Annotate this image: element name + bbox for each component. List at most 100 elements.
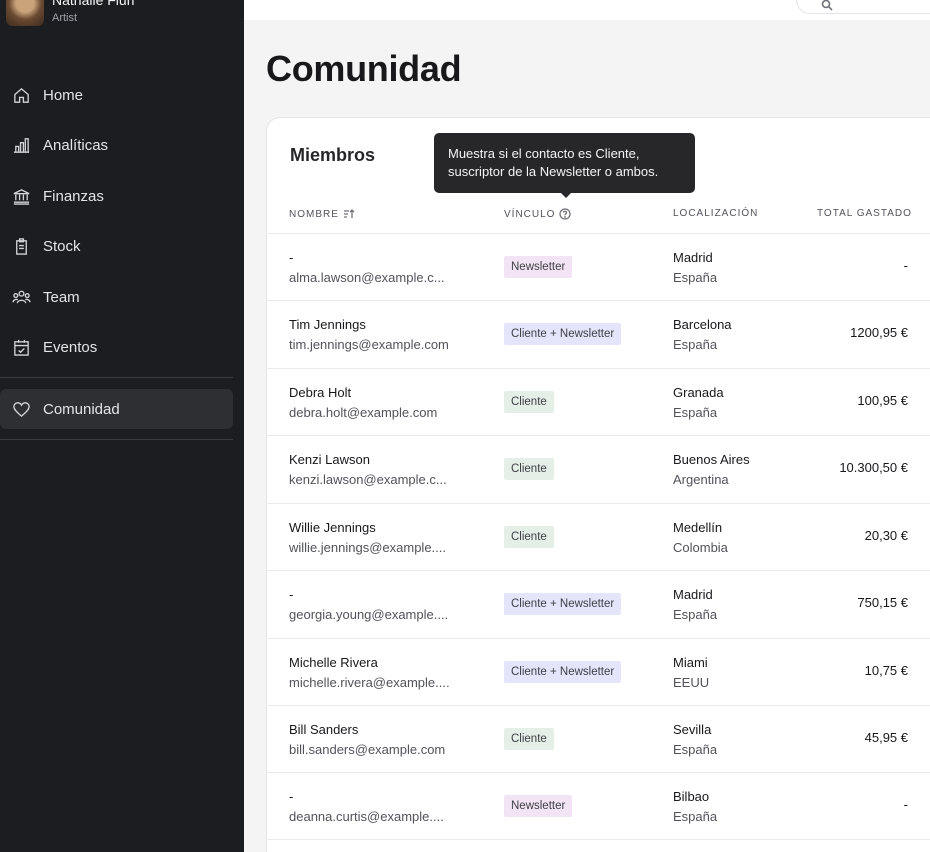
sidebar-item-comunidad[interactable]: Comunidad [0, 389, 233, 429]
search-input[interactable] [796, 0, 930, 14]
member-country: España [673, 337, 718, 352]
table-row[interactable]: Michelle Rivera michelle.rivera@example.… [266, 638, 930, 705]
calendar-icon [10, 336, 32, 358]
table-row[interactable]: Tim Jennings tim.jennings@example.com Cl… [266, 300, 930, 367]
link-badge: Cliente [504, 728, 554, 750]
sidebar-item-stock[interactable]: Stock [0, 226, 244, 266]
member-name: Debra Holt [289, 385, 352, 400]
home-icon [10, 84, 32, 106]
card-title: Miembros [290, 145, 376, 165]
member-email: kenzi.lawson@example.c... [289, 472, 447, 487]
table-row[interactable]: Debra Holt debra.holt@example.com Client… [266, 368, 930, 435]
member-email: alma.lawson@example.c... [289, 270, 445, 285]
member-total: 10.300,50 € [839, 460, 908, 475]
member-country: España [673, 405, 718, 420]
page-title: Comunidad [266, 48, 462, 89]
member-city: Barcelona [673, 317, 732, 332]
table-row [266, 839, 930, 852]
link-badge: Newsletter [504, 795, 573, 817]
table-row[interactable]: - georgia.young@example.... Cliente + Ne… [266, 570, 930, 637]
member-total: 750,15 € [857, 595, 908, 610]
member-country: España [673, 809, 718, 824]
tooltip-line: suscriptor de la Newsletter o ambos. [448, 164, 659, 179]
column-header-localizacion: LOCALIZACIÓN [673, 208, 758, 219]
sort-icon [343, 209, 355, 218]
member-email: willie.jennings@example.... [289, 540, 446, 555]
sidebar-item-finanzas[interactable]: Finanzas [0, 176, 244, 216]
search-icon [821, 0, 833, 11]
link-badge: Cliente + Newsletter [504, 593, 622, 615]
table-row[interactable]: Bill Sanders bill.sanders@example.com Cl… [266, 705, 930, 772]
member-name: - [289, 789, 294, 804]
member-country: España [673, 607, 718, 622]
clipboard-icon [10, 235, 32, 257]
bank-icon [10, 185, 32, 207]
column-header-label: NOMBRE [289, 208, 339, 220]
member-total: - [903, 797, 908, 812]
column-header-label: VÍNCULO [504, 208, 556, 220]
member-city: Medellín [673, 520, 723, 535]
sidebar-item-team[interactable]: Team [0, 277, 244, 317]
member-city: Bilbao [673, 789, 710, 804]
member-total: - [903, 258, 908, 273]
member-city: Buenos Aires [673, 452, 750, 467]
member-name: Bill Sanders [289, 722, 359, 737]
sidebar-item-analiticas[interactable]: Analíticas [0, 125, 244, 165]
tooltip-arrow [560, 192, 572, 198]
member-city: Miami [673, 655, 708, 670]
profile-role: Artist [52, 12, 78, 24]
member-country: España [673, 270, 718, 285]
sidebar-item-label: Comunidad [43, 400, 120, 418]
link-badge: Cliente + Newsletter [504, 323, 622, 345]
chart-icon [10, 134, 32, 156]
member-name: Michelle Rivera [289, 655, 378, 670]
sidebar: Nathalie Fluri Artist Home Analíticas Fi… [0, 0, 244, 852]
avatar [6, 0, 44, 26]
member-email: bill.sanders@example.com [289, 742, 446, 757]
member-name: Kenzi Lawson [289, 452, 370, 467]
sidebar-divider [0, 439, 233, 440]
column-header-vinculo: VÍNCULO [504, 208, 572, 220]
member-city: Sevilla [673, 722, 712, 737]
link-badge: Cliente [504, 391, 554, 413]
member-name: Tim Jennings [289, 317, 366, 332]
sidebar-item-label: Analíticas [43, 136, 109, 154]
tooltip-line: Muestra si el contacto es Cliente, [448, 146, 640, 161]
column-header-label: TOTAL GASTADO [817, 208, 912, 219]
sidebar-item-home[interactable]: Home [0, 75, 244, 115]
member-country: EEUU [673, 675, 710, 690]
sidebar-item-label: Eventos [43, 338, 98, 356]
member-total: 45,95 € [864, 730, 908, 745]
member-city: Madrid [673, 587, 713, 602]
member-total: 1200,95 € [850, 325, 908, 340]
member-total: 100,95 € [857, 393, 908, 408]
table-row[interactable]: Willie Jennings willie.jennings@example.… [266, 503, 930, 570]
sidebar-divider [0, 377, 233, 378]
column-header-total: TOTAL GASTADO [817, 208, 912, 219]
table-row[interactable]: Kenzi Lawson kenzi.lawson@example.c... C… [266, 435, 930, 502]
sidebar-item-label: Stock [43, 237, 81, 255]
user-profile[interactable]: Nathalie Fluri Artist [0, 0, 244, 28]
member-city: Granada [673, 385, 724, 400]
sidebar-item-label: Team [43, 288, 80, 306]
member-total: 20,30 € [864, 528, 908, 543]
link-badge: Cliente [504, 458, 554, 480]
member-country: Argentina [673, 472, 729, 487]
profile-name: Nathalie Fluri [52, 0, 135, 8]
member-city: Madrid [673, 250, 713, 265]
member-country: España [673, 742, 718, 757]
member-name: - [289, 587, 294, 602]
tooltip: Muestra si el contacto es Cliente, suscr… [434, 133, 695, 193]
member-total: 10,75 € [864, 663, 908, 678]
table-row[interactable]: - deanna.curtis@example.... Newsletter B… [266, 772, 930, 839]
team-icon [10, 286, 32, 308]
help-icon[interactable] [559, 208, 572, 220]
sidebar-item-label: Home [43, 86, 84, 104]
member-email: deanna.curtis@example.... [289, 809, 444, 824]
member-name: Willie Jennings [289, 520, 376, 535]
sidebar-item-eventos[interactable]: Eventos [0, 327, 244, 367]
table-row[interactable]: - alma.lawson@example.c... Newsletter Ma… [266, 233, 930, 300]
heart-icon [10, 398, 32, 420]
column-header-nombre[interactable]: NOMBRE [289, 208, 355, 220]
link-badge: Cliente [504, 526, 554, 548]
